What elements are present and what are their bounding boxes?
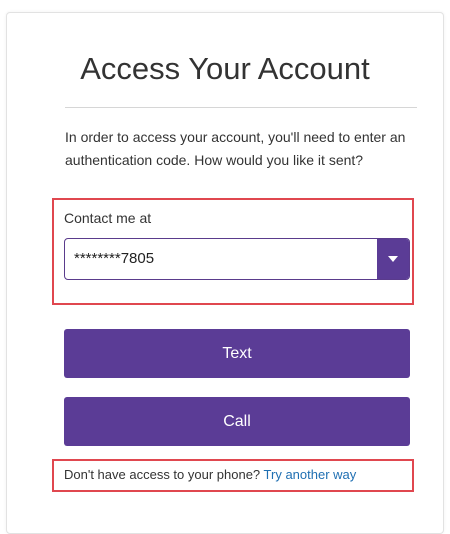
contact-select-value: ********7805 (74, 250, 155, 267)
instructions-text: In order to access your account, you'll … (65, 129, 406, 168)
page-title: Access Your Account (80, 51, 370, 86)
footer-prompt: Don't have access to your phone? (64, 467, 264, 482)
select-caret-button[interactable] (377, 239, 409, 279)
contact-label: Contact me at (64, 210, 152, 226)
chevron-down-icon (388, 256, 398, 262)
try-another-way-link[interactable]: Try another way (264, 467, 357, 482)
send-call-button[interactable]: Call (64, 397, 410, 446)
contact-select[interactable]: ********7805 (64, 238, 410, 280)
title-divider (65, 107, 417, 108)
footer-text: Don't have access to your phone? Try ano… (64, 467, 356, 482)
send-text-button[interactable]: Text (64, 329, 410, 378)
